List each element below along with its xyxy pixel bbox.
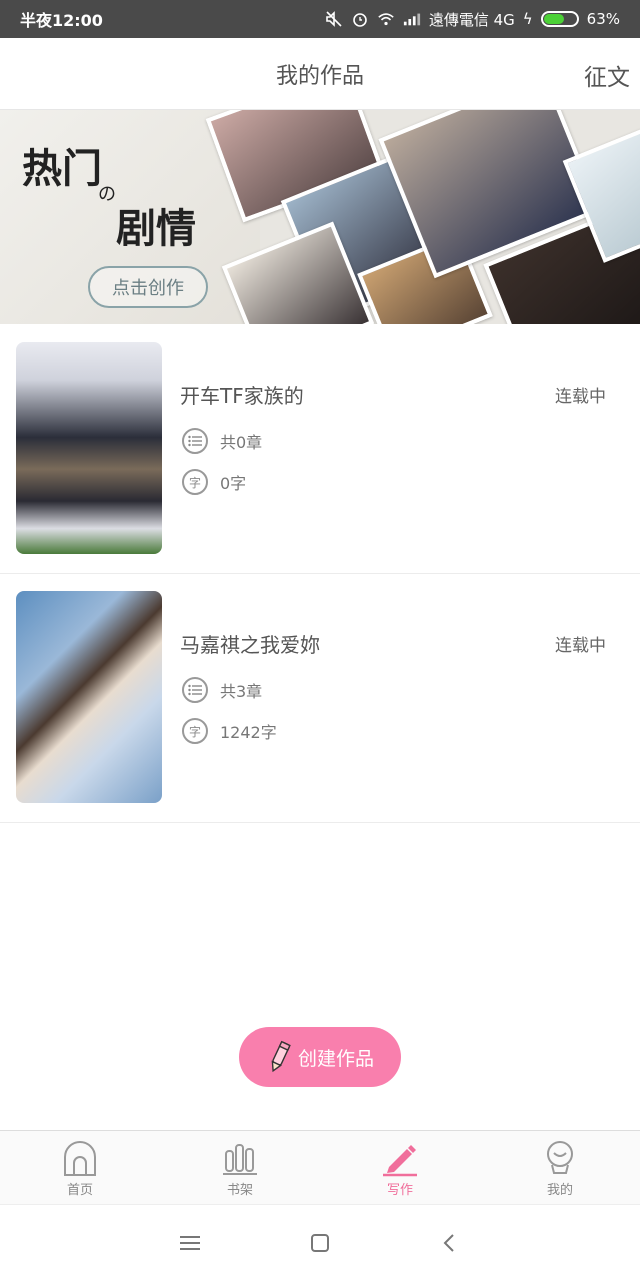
battery-percent: 63%: [586, 10, 620, 28]
profile-icon: [547, 1141, 573, 1174]
status-time: 半夜12:00: [20, 11, 103, 30]
pen-icon: [383, 1145, 417, 1177]
chapter-count: 共0章: [220, 433, 263, 452]
work-item[interactable]: 开车TF家族的 连载中 共0章 字 0字: [0, 324, 640, 574]
battery-icon: [540, 11, 579, 27]
work-title: 马嘉祺之我爱妳: [180, 633, 320, 657]
signal-icon: [403, 13, 420, 26]
nav-write-label: 写作: [386, 1183, 413, 1198]
work-status: 连载中: [555, 387, 606, 407]
nav-home-label: 首页: [66, 1183, 93, 1198]
work-cover-image: [16, 342, 162, 554]
menu-icon[interactable]: [179, 1234, 201, 1252]
create-work-label: 创建作品: [297, 1047, 374, 1070]
work-words: 字 0字: [182, 469, 246, 495]
wifi-icon: [378, 13, 394, 26]
chapter-count: 共3章: [220, 682, 263, 701]
bookshelf-icon: [223, 1144, 257, 1175]
promo-banner[interactable]: 热门 の 剧情 点击创作: [0, 110, 640, 324]
app-header: 我的作品 征文: [0, 38, 640, 110]
page-title: 我的作品: [275, 63, 364, 89]
list-icon: [182, 677, 208, 703]
mute-icon: [326, 11, 342, 27]
word-count-icon: 字: [182, 718, 208, 744]
banner-title-hot: 热门: [22, 145, 102, 192]
carrier-label: 遠傳電信 4G: [428, 10, 515, 29]
home-icon: [64, 1141, 96, 1176]
create-work-button[interactable]: 创建作品: [239, 1027, 401, 1087]
nav-profile-label: 我的: [546, 1183, 573, 1198]
banner-title-plot: 剧情: [116, 205, 196, 252]
work-item[interactable]: 马嘉祺之我爱妳 连载中 共3章 字 1242字: [0, 573, 640, 823]
banner-connector: の: [98, 184, 116, 205]
nav-home[interactable]: 首页: [0, 1131, 160, 1204]
pencil-icon: [271, 1040, 291, 1073]
nav-write[interactable]: 写作: [320, 1131, 480, 1204]
battery-fill: [543, 14, 564, 24]
list-icon: [182, 428, 208, 454]
work-cover-image: [16, 591, 162, 803]
work-chapters: 共3章: [182, 677, 262, 703]
work-words: 字 1242字: [182, 718, 277, 744]
system-nav-bar: [0, 1204, 640, 1280]
word-count: 0字: [220, 474, 247, 493]
word-count-icon: 字: [182, 469, 208, 495]
banner-create-button[interactable]: 点击创作: [88, 266, 208, 308]
status-right: 遠傳電信 4G ϟ 63%: [325, 9, 620, 30]
nav-profile[interactable]: 我的: [480, 1131, 640, 1204]
work-chapters: 共0章: [182, 428, 262, 454]
back-icon[interactable]: [439, 1232, 461, 1254]
contest-link[interactable]: 征文: [584, 58, 630, 92]
work-title: 开车TF家族的: [180, 384, 304, 408]
nav-bookshelf-label: 书架: [226, 1183, 253, 1198]
word-count: 1242字: [220, 723, 277, 742]
bottom-nav: 首页 书架 写作 我的: [0, 1130, 640, 1204]
home-square-icon[interactable]: [309, 1232, 331, 1254]
alarm-icon: [353, 13, 367, 27]
charging-icon: ϟ: [522, 10, 533, 28]
nav-bookshelf[interactable]: 书架: [160, 1131, 320, 1204]
work-status: 连载中: [555, 636, 606, 656]
status-bar: 半夜12:00 遠傳電信 4G ϟ 63%: [0, 0, 640, 38]
